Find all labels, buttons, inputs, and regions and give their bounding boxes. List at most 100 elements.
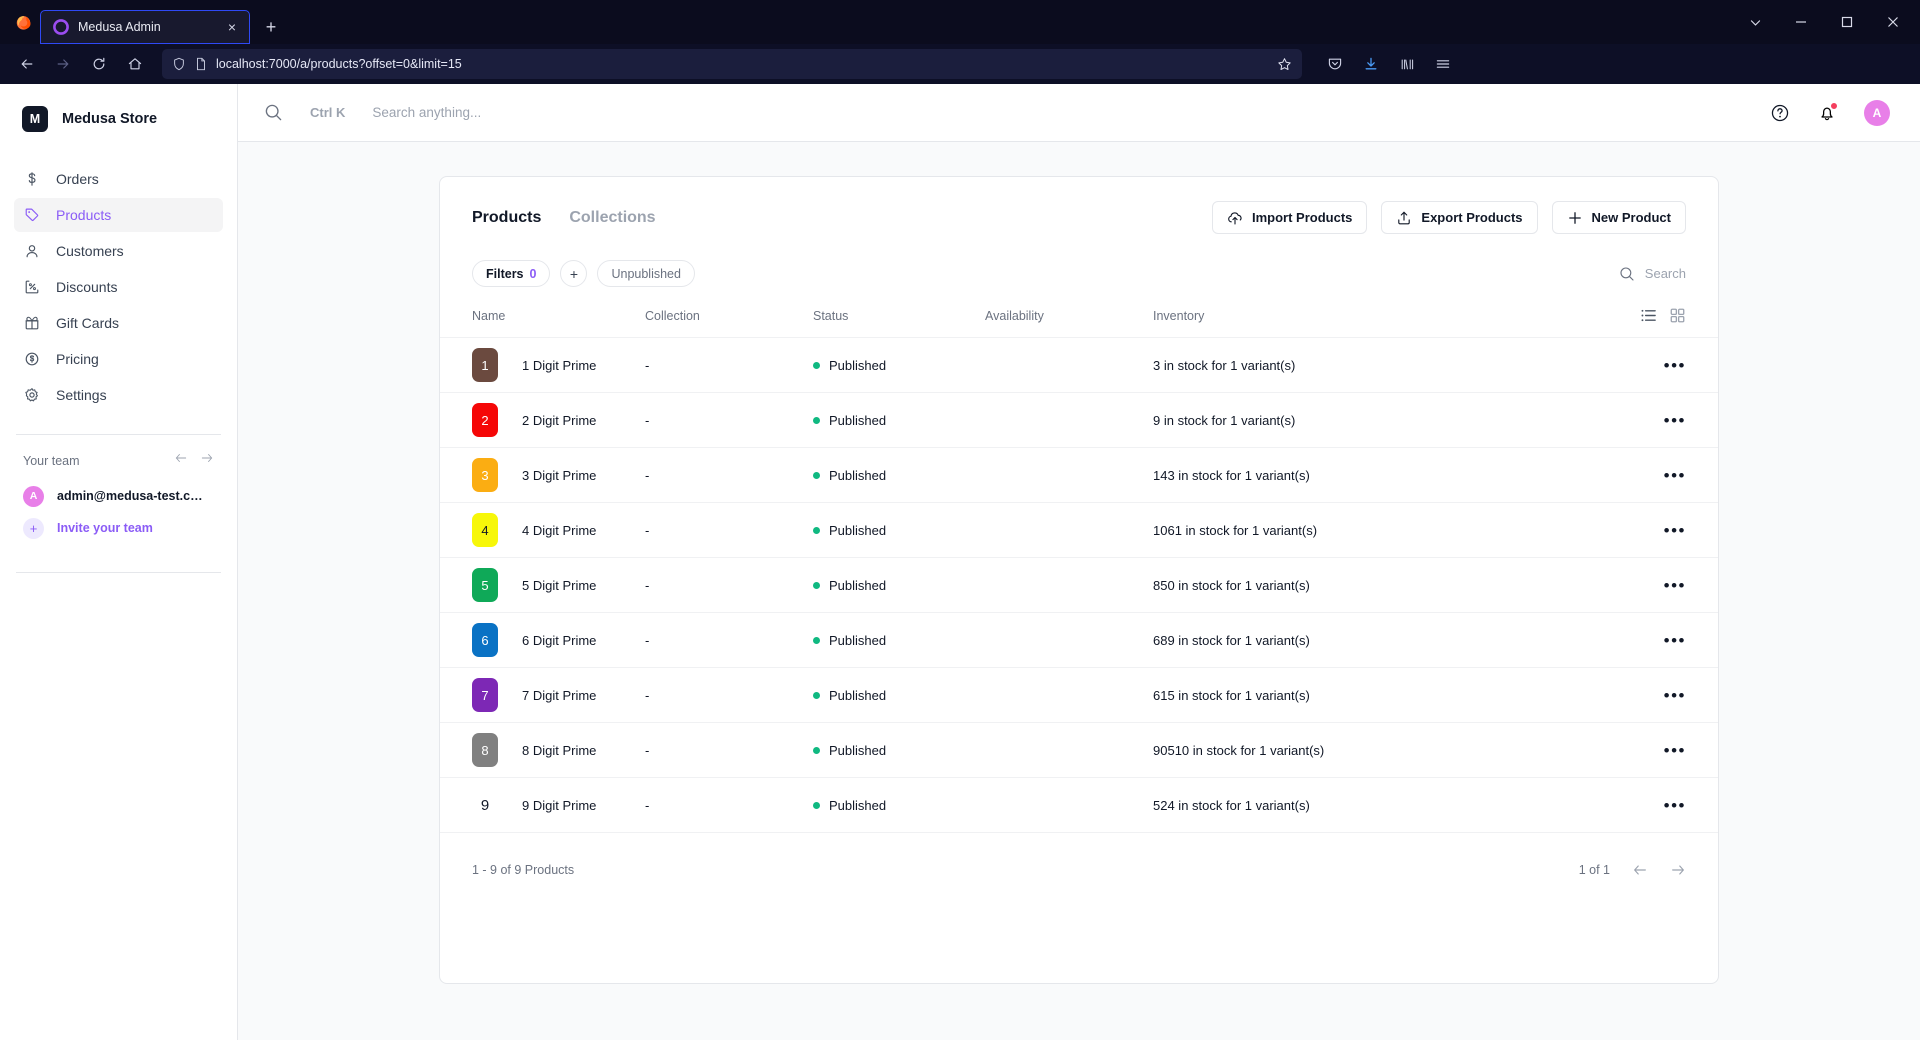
row-menu-icon[interactable]: ••• — [1664, 467, 1686, 484]
row-menu-icon[interactable]: ••• — [1664, 577, 1686, 594]
question-circle-icon[interactable] — [1770, 103, 1790, 123]
table-row[interactable]: 7 7 Digit Prime - Published 615 in stock for… — [440, 668, 1718, 723]
cell-inventory: 1061 in stock for 1 variant(s) — [1153, 522, 1318, 538]
saved-filter-unpublished[interactable]: Unpublished — [597, 260, 695, 287]
cell-name: 1 1 Digit Prime — [440, 338, 645, 393]
table-row[interactable]: 3 3 Digit Prime - Published 143 in stock for… — [440, 448, 1718, 503]
status-label: Published — [829, 742, 887, 758]
global-search[interactable]: Ctrl K Search anything... — [264, 103, 1770, 122]
product-thumbnail: 7 — [472, 678, 498, 712]
coin-dollar-icon — [23, 351, 40, 368]
cell-name: 3 3 Digit Prime — [440, 448, 645, 503]
cell-inventory: 524 in stock for 1 variant(s) — [1153, 797, 1310, 813]
medusa-admin-app: M Medusa Store Orders Products Customers… — [0, 84, 1920, 1040]
row-menu-icon[interactable]: ••• — [1664, 632, 1686, 649]
close-icon[interactable]: × — [223, 18, 241, 36]
table-row[interactable]: 8 8 Digit Prime - Published 90510 in stock f… — [440, 723, 1718, 778]
back-button-icon[interactable] — [10, 49, 44, 79]
hamburger-menu-icon[interactable] — [1426, 49, 1460, 79]
close-window-button[interactable] — [1872, 3, 1914, 41]
sidebar-item-pricing[interactable]: Pricing — [14, 342, 223, 376]
table-row[interactable]: 4 4 Digit Prime - Published 1061 in stock fo… — [440, 503, 1718, 558]
cell-collection: - — [645, 412, 650, 428]
team-next-icon[interactable] — [200, 451, 214, 470]
downloads-icon[interactable] — [1354, 49, 1388, 79]
sidebar-item-orders[interactable]: Orders — [14, 162, 223, 196]
team-section-header: Your team — [14, 451, 223, 470]
status-dot — [813, 471, 820, 479]
table-row[interactable]: 1 1 Digit Prime - Published 3 in stock for 1… — [440, 338, 1718, 393]
page-info-icon — [194, 57, 208, 71]
store-logo: M — [22, 106, 48, 132]
column-header-name[interactable]: Name — [440, 307, 645, 338]
cell-availability — [985, 448, 1153, 503]
team-member-item[interactable]: A admin@medusa-test.co… — [14, 480, 223, 512]
column-header-availability[interactable]: Availability — [985, 307, 1153, 338]
search-input[interactable]: Search anything... — [372, 105, 481, 120]
product-name: 3 Digit Prime — [522, 467, 597, 483]
cell-availability — [985, 723, 1153, 778]
percent-icon — [23, 279, 40, 296]
prev-page-icon[interactable] — [1632, 862, 1648, 878]
store-selector[interactable]: M Medusa Store — [14, 100, 223, 138]
grid-view-icon[interactable] — [1669, 307, 1686, 324]
row-menu-icon[interactable]: ••• — [1664, 412, 1686, 429]
home-button-icon[interactable] — [118, 49, 152, 79]
team-prev-icon[interactable] — [174, 451, 188, 470]
tab-products[interactable]: Products — [472, 209, 541, 227]
next-page-icon[interactable] — [1670, 862, 1686, 878]
pocket-icon[interactable] — [1318, 49, 1352, 79]
row-menu-icon[interactable]: ••• — [1664, 357, 1686, 374]
row-menu-icon[interactable]: ••• — [1664, 797, 1686, 814]
product-thumbnail: 3 — [472, 458, 498, 492]
list-view-icon[interactable] — [1640, 307, 1657, 324]
avatar[interactable]: A — [1864, 99, 1890, 126]
column-header-collection[interactable]: Collection — [645, 307, 813, 338]
sidebar-item-settings[interactable]: Settings — [14, 378, 223, 412]
table-search-input[interactable]: Search — [1645, 266, 1686, 281]
new-product-label: New Product — [1591, 210, 1671, 225]
cell-name: 6 6 Digit Prime — [440, 613, 645, 668]
card-header: Products Collections Import Products Exp… — [440, 201, 1718, 234]
cell-actions: ••• — [1483, 558, 1718, 613]
row-menu-icon[interactable]: ••• — [1664, 687, 1686, 704]
export-products-button[interactable]: Export Products — [1381, 201, 1538, 234]
table-row[interactable]: 2 2 Digit Prime - Published 9 in stock for 1… — [440, 393, 1718, 448]
table-row[interactable]: 9 9 Digit Prime - Published 524 in stock for… — [440, 778, 1718, 833]
row-menu-icon[interactable]: ••• — [1664, 742, 1686, 759]
bookmark-star-icon[interactable] — [1277, 57, 1292, 72]
browser-tab-medusa-admin[interactable]: Medusa Admin × — [40, 10, 250, 44]
minimize-button[interactable] — [1780, 3, 1822, 41]
table-row[interactable]: 6 6 Digit Prime - Published 689 in stock for… — [440, 613, 1718, 668]
reload-button-icon[interactable] — [82, 49, 116, 79]
sidebar-item-products[interactable]: Products — [14, 198, 223, 232]
new-product-button[interactable]: New Product — [1551, 201, 1686, 234]
forward-button-icon[interactable] — [46, 49, 80, 79]
sidebar-item-customers[interactable]: Customers — [14, 234, 223, 268]
new-tab-button[interactable]: + — [258, 12, 284, 42]
status-dot — [813, 636, 820, 644]
invite-team-item[interactable]: + Invite your team — [14, 512, 223, 544]
import-products-button[interactable]: Import Products — [1212, 201, 1368, 234]
team-title: Your team — [23, 453, 80, 468]
status-label: Published — [829, 687, 887, 703]
column-header-inventory[interactable]: Inventory — [1153, 307, 1483, 338]
url-bar[interactable]: localhost:7000/a/products?offset=0&limit… — [162, 49, 1302, 79]
tab-collections[interactable]: Collections — [569, 209, 655, 227]
status-label: Published — [829, 577, 887, 593]
sidebar-item-gift-cards[interactable]: Gift Cards — [14, 306, 223, 340]
table-row[interactable]: 5 5 Digit Prime - Published 850 in stock for… — [440, 558, 1718, 613]
sidebar-item-discounts[interactable]: Discounts — [14, 270, 223, 304]
library-icon[interactable] — [1390, 49, 1424, 79]
table-search[interactable]: Search — [1619, 266, 1686, 282]
cell-actions: ••• — [1483, 503, 1718, 558]
add-filter-button[interactable]: + — [560, 260, 588, 287]
browser-chrome: Medusa Admin × + localhost:7000/a/produc… — [0, 0, 1920, 84]
import-products-label: Import Products — [1252, 210, 1353, 225]
bell-icon[interactable] — [1817, 101, 1838, 123]
column-header-status[interactable]: Status — [813, 307, 985, 338]
maximize-button[interactable] — [1826, 3, 1868, 41]
filters-chip[interactable]: Filters 0 — [472, 260, 551, 287]
row-menu-icon[interactable]: ••• — [1664, 522, 1686, 539]
list-all-tabs-icon[interactable] — [1734, 3, 1776, 41]
